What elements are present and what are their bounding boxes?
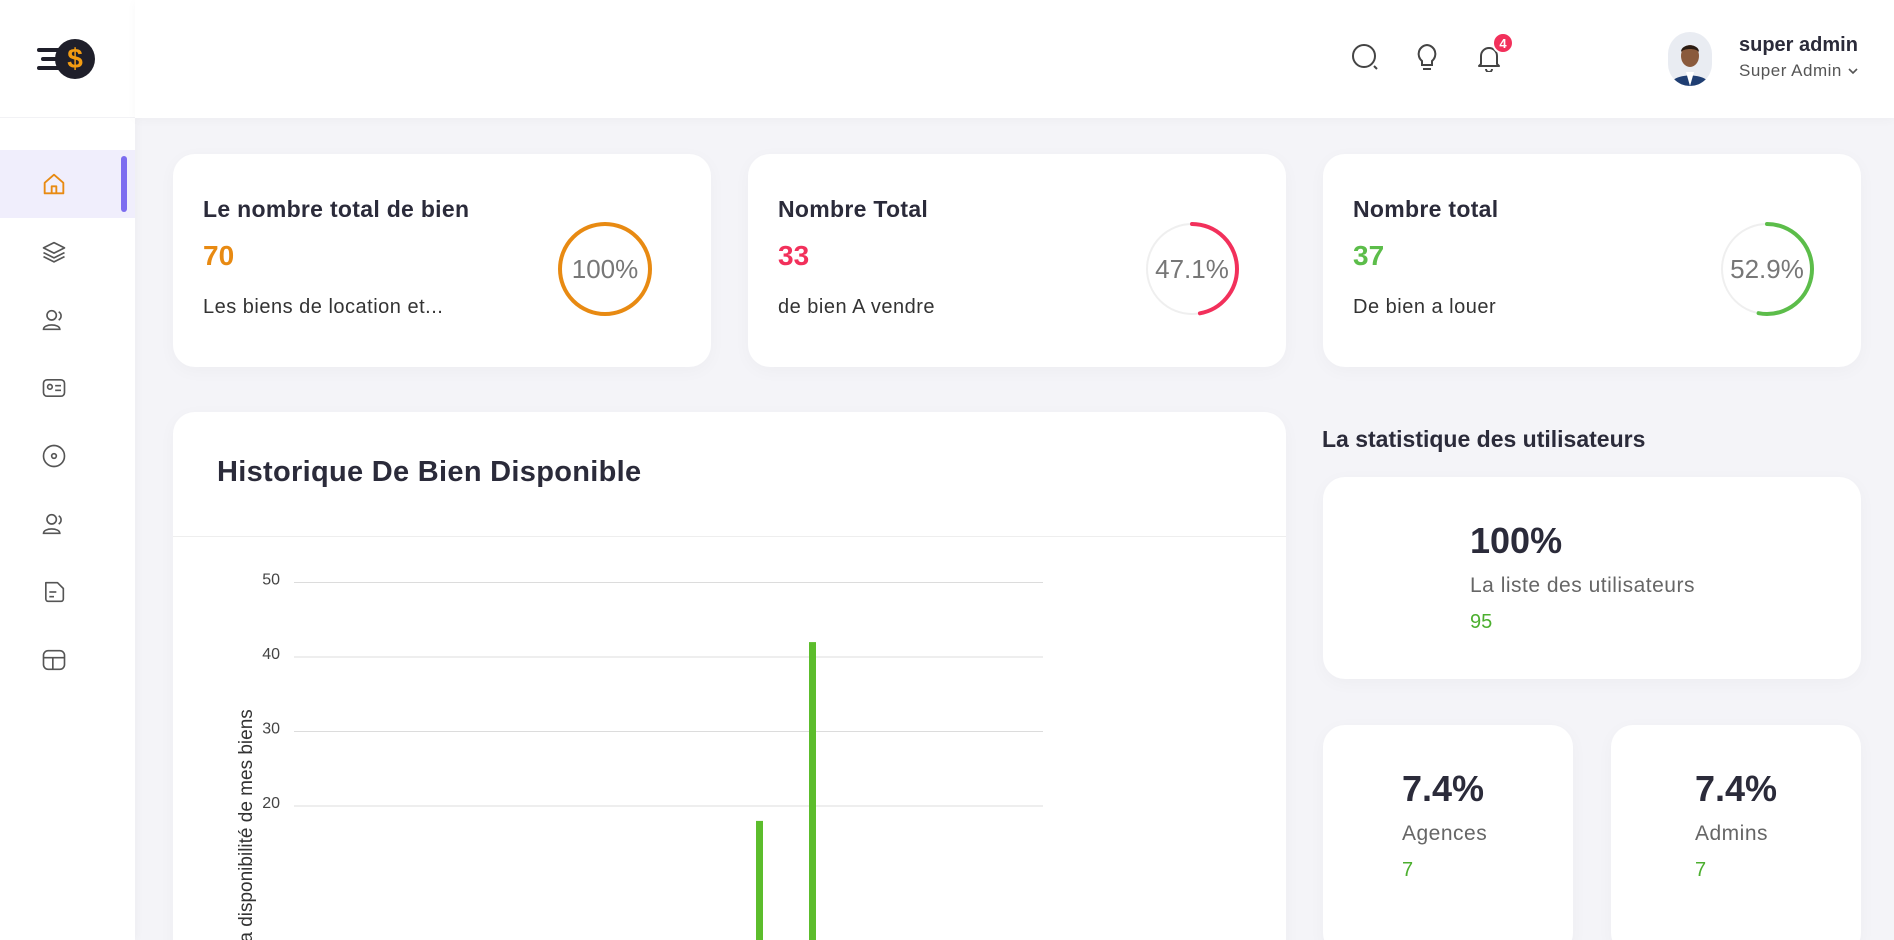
progress-ring: 100% bbox=[556, 220, 654, 318]
users-total-label: La liste des utilisateurs bbox=[1470, 574, 1695, 597]
user-role: Super Admin bbox=[1739, 61, 1859, 81]
admins-card: 7.4% Admins 7 bbox=[1611, 725, 1861, 940]
stat-value: 33 bbox=[778, 240, 810, 271]
stat-title: Le nombre total de bien bbox=[203, 196, 470, 222]
progress-ring-label: 100% bbox=[571, 253, 639, 284]
top-header: 4 super admin Super Admin bbox=[135, 0, 1894, 118]
agences-percent: 7.4% bbox=[1402, 768, 1485, 809]
search-icon bbox=[1352, 44, 1378, 70]
home-icon bbox=[43, 173, 65, 195]
sidebar: $ bbox=[0, 0, 135, 940]
admins-label: Admins bbox=[1695, 822, 1769, 845]
svg-text:$: $ bbox=[67, 43, 83, 74]
stat-title: Nombre total bbox=[1353, 196, 1499, 222]
sidebar-item-users[interactable] bbox=[0, 286, 135, 354]
sidebar-item-disc[interactable] bbox=[0, 422, 135, 490]
user-stats-title: La statistique des utilisateurs bbox=[1322, 426, 1646, 452]
search-button[interactable] bbox=[1350, 42, 1380, 72]
admins-percent: 7.4% bbox=[1695, 768, 1778, 809]
user-name: super admin bbox=[1739, 34, 1858, 56]
dollar-coin-logo-icon: $ bbox=[36, 38, 95, 79]
history-card: Historique De Bien Disponible 20 30 40 50 et… bbox=[173, 412, 1286, 940]
stat-value: 37 bbox=[1353, 240, 1385, 271]
logo[interactable]: $ bbox=[0, 0, 135, 118]
history-title: Historique De Bien Disponible bbox=[217, 456, 642, 488]
stat-card-rent: Nombre total 37 De bien a louer 52.9% bbox=[1323, 154, 1861, 367]
stat-value: 70 bbox=[203, 240, 235, 271]
avatar[interactable] bbox=[1668, 32, 1712, 86]
users-icon bbox=[42, 309, 62, 331]
lightbulb-icon bbox=[1417, 43, 1437, 70]
disc-icon bbox=[42, 444, 66, 468]
users-total-count: 95 bbox=[1470, 611, 1493, 633]
header-actions: 4 bbox=[1350, 32, 1514, 73]
y-tick-label: 40 bbox=[262, 646, 280, 663]
sidebar-item-document[interactable] bbox=[0, 558, 135, 626]
sidebar-nav bbox=[0, 150, 135, 694]
layout-icon bbox=[42, 649, 66, 671]
ideas-button[interactable] bbox=[1412, 42, 1442, 72]
sidebar-item-layers[interactable] bbox=[0, 218, 135, 286]
stat-card-total: Le nombre total de bien 70 Les biens de … bbox=[173, 154, 711, 367]
users-total-card: 100% La liste des utilisateurs 95 bbox=[1323, 477, 1861, 679]
sidebar-item-home[interactable] bbox=[0, 150, 135, 218]
notifications-button[interactable]: 4 bbox=[1474, 32, 1514, 73]
sidebar-item-id-card[interactable] bbox=[0, 354, 135, 422]
team-icon bbox=[42, 513, 62, 535]
agences-count: 7 bbox=[1402, 859, 1414, 881]
agences-label: Agences bbox=[1402, 822, 1488, 845]
chart-bar bbox=[756, 820, 763, 940]
agences-card: 7.4% Agences 7 bbox=[1323, 725, 1573, 940]
divider bbox=[173, 536, 1286, 537]
stat-card-sale: Nombre Total 33 de bien A vendre 47.1% bbox=[748, 154, 1286, 367]
progress-ring: 52.9% bbox=[1718, 220, 1816, 318]
y-axis-label: et la disponibilité de mes biens bbox=[236, 709, 257, 940]
chart-bar bbox=[809, 642, 816, 940]
user-menu[interactable]: super admin Super Admin bbox=[1739, 34, 1859, 81]
history-chart: 20 30 40 50 et la disponibilité de mes biens bbox=[236, 572, 1043, 940]
id-card-icon bbox=[42, 379, 66, 397]
y-tick-label: 20 bbox=[262, 795, 280, 812]
progress-ring-label: 52.9% bbox=[1730, 253, 1804, 284]
user-avatar-icon bbox=[1668, 32, 1712, 86]
stat-description: de bien A vendre bbox=[778, 296, 936, 318]
notification-badge: 4 bbox=[1492, 32, 1514, 54]
y-tick-label: 50 bbox=[262, 572, 280, 589]
progress-ring: 47.1% bbox=[1143, 220, 1241, 318]
progress-ring-label: 47.1% bbox=[1155, 253, 1229, 284]
users-total-percent: 100% bbox=[1470, 520, 1563, 561]
layers-icon bbox=[42, 241, 66, 263]
stat-title: Nombre Total bbox=[778, 196, 929, 222]
admins-count: 7 bbox=[1695, 859, 1707, 881]
y-tick-label: 30 bbox=[262, 721, 280, 738]
stat-description: De bien a louer bbox=[1353, 296, 1497, 318]
document-icon bbox=[45, 581, 65, 603]
stat-description: Les biens de location et... bbox=[203, 296, 444, 318]
sidebar-item-team[interactable] bbox=[0, 490, 135, 558]
sidebar-item-layout[interactable] bbox=[0, 626, 135, 694]
chevron-down-icon bbox=[1848, 68, 1858, 75]
user-role-label: Super Admin bbox=[1739, 61, 1842, 80]
